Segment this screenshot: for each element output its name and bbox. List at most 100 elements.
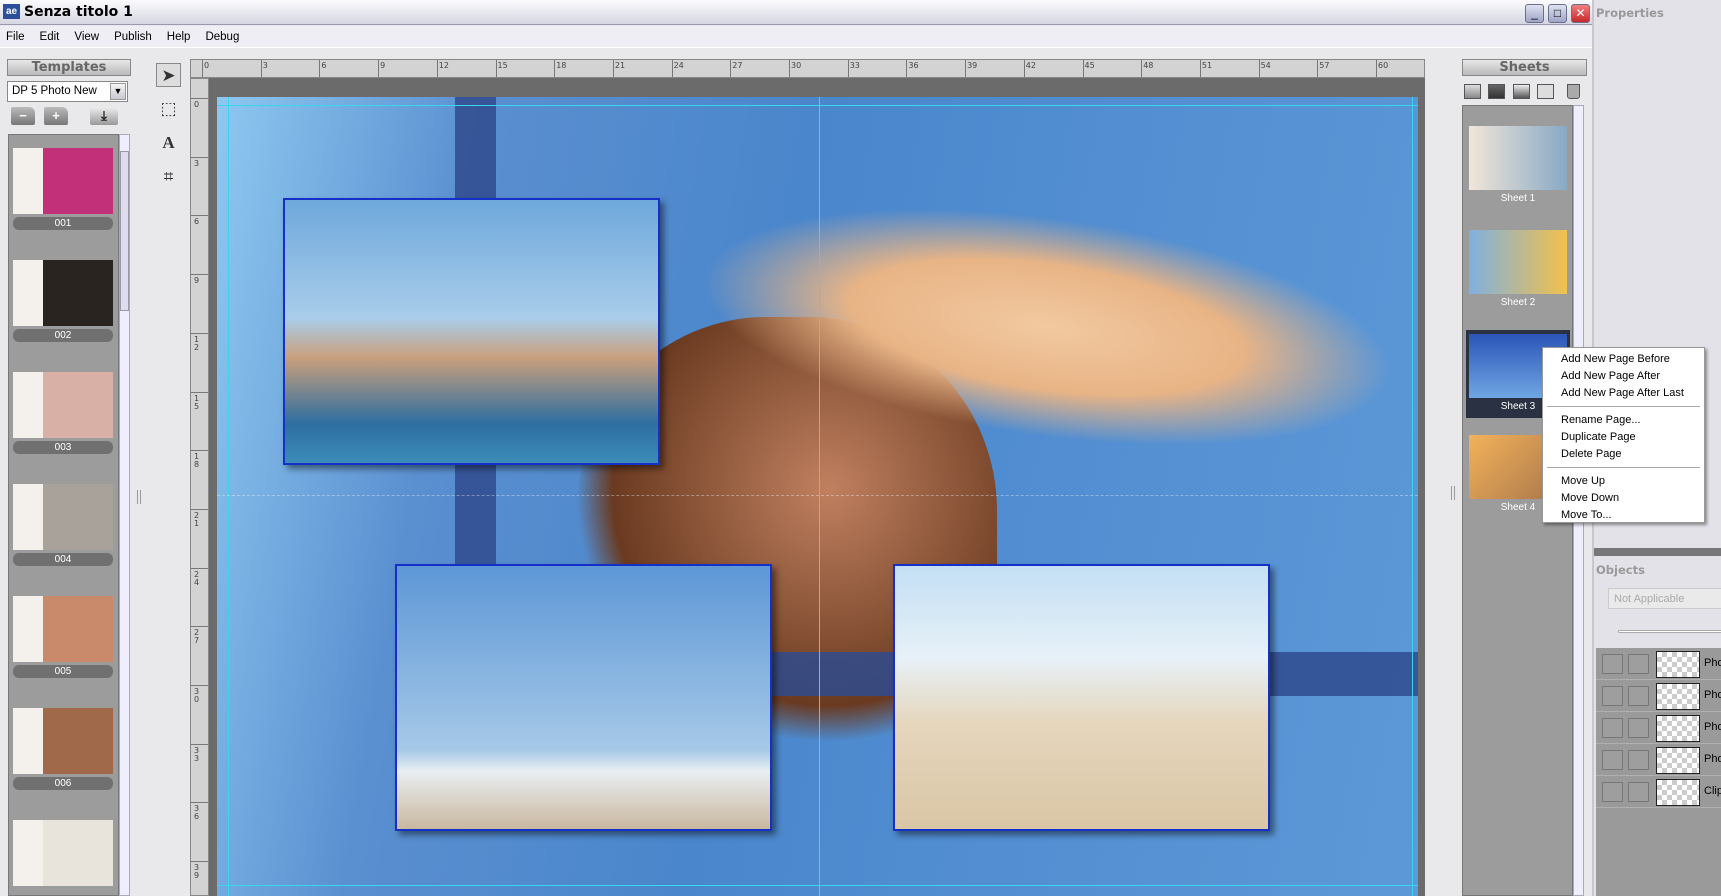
object-thumbnail <box>1656 683 1700 710</box>
visibility-toggle[interactable] <box>1602 686 1623 706</box>
guide-line[interactable] <box>217 885 1418 886</box>
visibility-toggle[interactable] <box>1602 750 1623 770</box>
menu-edit[interactable]: Edit <box>40 26 69 47</box>
ruler-tick <box>378 60 380 77</box>
lock-toggle[interactable] <box>1628 654 1649 674</box>
maximize-button[interactable]: □ <box>1548 4 1567 23</box>
context-menu-item[interactable]: Move Up <box>1543 473 1704 490</box>
template-item[interactable]: 001 <box>13 148 113 230</box>
object-row[interactable]: Clipa <box>1596 776 1721 808</box>
splitter-handle[interactable] <box>137 490 141 504</box>
close-button[interactable]: ✕ <box>1571 4 1590 23</box>
lock-toggle[interactable] <box>1628 782 1649 802</box>
visibility-toggle[interactable] <box>1602 718 1623 738</box>
context-menu-item[interactable]: Delete Page <box>1543 446 1704 463</box>
object-row[interactable]: Phot <box>1596 744 1721 776</box>
text-tool[interactable]: A <box>156 131 181 155</box>
remove-folder-icon[interactable]: − <box>11 107 35 125</box>
menu-debug[interactable]: Debug <box>205 26 248 47</box>
guide-line[interactable] <box>217 105 1418 106</box>
ruler-tick-label: 33 <box>194 745 200 763</box>
add-sheet-icon[interactable] <box>1464 84 1481 99</box>
menu-file[interactable]: File <box>6 26 34 47</box>
template-item[interactable]: 003 <box>13 372 113 454</box>
ruler-tick-label: 36 <box>908 61 919 70</box>
import-icon[interactable]: ⤓ <box>90 107 118 125</box>
ruler-tick-label: 21 <box>614 61 626 70</box>
ruler-tick <box>1023 60 1025 77</box>
object-thumbnail <box>1656 715 1700 742</box>
scrollbar-thumb[interactable] <box>120 151 129 311</box>
ruler-tick-label: 0 <box>194 100 200 109</box>
album-page[interactable] <box>217 97 1418 896</box>
context-menu-item[interactable]: Add New Page After <box>1543 368 1704 385</box>
guide-line[interactable] <box>1412 97 1413 896</box>
menu-help[interactable]: Help <box>167 26 200 47</box>
panel-divider[interactable] <box>1594 548 1721 556</box>
move-back-icon[interactable] <box>1488 84 1505 99</box>
ruler-tick-label: 60 <box>1378 61 1389 70</box>
context-menu-item[interactable]: Add New Page After Last <box>1543 385 1704 402</box>
template-item[interactable]: 005 <box>13 596 113 678</box>
context-menu-item[interactable]: Duplicate Page <box>1543 429 1704 446</box>
trash-icon[interactable] <box>1567 84 1580 99</box>
context-menu-item[interactable]: Rename Page... <box>1543 412 1704 429</box>
duplicate-icon[interactable] <box>1537 84 1554 99</box>
ruler-tick <box>730 60 732 77</box>
template-label: 003 <box>13 441 113 454</box>
visibility-toggle[interactable] <box>1602 782 1623 802</box>
object-name: Phot <box>1704 657 1721 669</box>
sheet-thumbnail <box>1469 230 1567 294</box>
object-type-field[interactable]: Not Applicable <box>1608 588 1721 609</box>
ruler-tick <box>495 60 497 77</box>
object-row[interactable]: Phot <box>1596 680 1721 712</box>
menu-publish[interactable]: Publish <box>114 26 161 47</box>
crop-tool[interactable]: ⌗ <box>156 165 181 189</box>
opacity-slider[interactable] <box>1618 630 1721 633</box>
ruler-tick <box>191 215 208 217</box>
template-item[interactable]: 004 <box>13 484 113 566</box>
object-row[interactable]: Phot <box>1596 648 1721 680</box>
template-scrollbar[interactable] <box>119 134 130 896</box>
photo-family-picnic[interactable] <box>283 198 660 465</box>
ruler-tick <box>1141 60 1143 77</box>
add-folder-icon[interactable]: + <box>44 107 68 125</box>
marquee-tool[interactable]: ⬚ <box>156 97 181 121</box>
splitter-handle[interactable] <box>1451 486 1455 500</box>
visibility-toggle[interactable] <box>1602 654 1623 674</box>
photo-family-beach[interactable] <box>395 564 772 831</box>
photo-kids-sandcastle[interactable] <box>893 564 1270 831</box>
ruler-tick-label: 6 <box>321 61 327 70</box>
context-menu-item[interactable]: Move Down <box>1543 490 1704 507</box>
chevron-down-icon[interactable]: ▼ <box>110 83 126 100</box>
context-menu-item[interactable]: Move To... <box>1543 507 1704 524</box>
sheet-label: Sheet 2 <box>1500 297 1536 308</box>
lock-toggle[interactable] <box>1628 718 1649 738</box>
ruler-tick-label: 30 <box>791 61 802 70</box>
minimize-button[interactable]: _ <box>1525 4 1544 23</box>
template-set-select[interactable]: DP 5 Photo New ▼ <box>7 81 128 102</box>
lock-toggle[interactable] <box>1628 750 1649 770</box>
object-row[interactable]: Phot <box>1596 712 1721 744</box>
sheets-header: Sheets <box>1462 59 1587 76</box>
ruler-tick-label: 12 <box>438 61 449 70</box>
sheet-item[interactable]: Sheet 2 <box>1466 226 1570 314</box>
guide-line[interactable] <box>228 97 229 896</box>
template-thumbnail <box>13 484 113 550</box>
ruler-tick <box>191 156 208 158</box>
ruler-tick <box>191 567 208 569</box>
template-thumbnail <box>13 148 113 214</box>
move-front-icon[interactable] <box>1513 84 1530 99</box>
select-move-tool[interactable]: ➤ <box>156 63 181 87</box>
menu-view[interactable]: View <box>74 26 108 47</box>
sheet-item[interactable]: Sheet 1 <box>1466 122 1570 210</box>
guide-line[interactable] <box>819 97 820 896</box>
object-thumbnail <box>1656 651 1700 678</box>
lock-toggle[interactable] <box>1628 686 1649 706</box>
template-item[interactable] <box>13 820 113 886</box>
ruler-tick-label: 42 <box>1025 61 1036 70</box>
template-item[interactable]: 002 <box>13 260 113 342</box>
template-item[interactable]: 006 <box>13 708 113 790</box>
context-menu-item[interactable]: Add New Page Before <box>1543 351 1704 368</box>
ruler-tick-label: 18 <box>194 452 200 470</box>
